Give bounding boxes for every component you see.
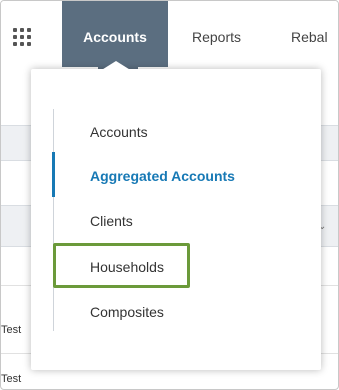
menu-item-composites[interactable]: Composites bbox=[90, 304, 164, 320]
accounts-dropdown-menu: Accounts Aggregated Accounts Clients Hou… bbox=[31, 69, 321, 370]
menu-item-accounts[interactable]: Accounts bbox=[90, 124, 148, 140]
dropdown-pointer bbox=[100, 61, 132, 71]
app-frame: Accounts Reports Rebal ⌄ Test Test Accou… bbox=[0, 0, 339, 390]
app-grid-icon[interactable] bbox=[13, 28, 31, 46]
active-item-indicator bbox=[52, 152, 55, 197]
top-navigation-bar: Accounts Reports Rebal bbox=[1, 1, 338, 67]
tab-rebalance[interactable]: Rebal bbox=[291, 1, 328, 67]
households-highlight-box bbox=[53, 243, 190, 288]
table-cell: Test bbox=[1, 373, 22, 385]
menu-item-aggregated-accounts[interactable]: Aggregated Accounts bbox=[90, 168, 235, 184]
tab-accounts[interactable]: Accounts bbox=[62, 1, 168, 67]
tab-reports[interactable]: Reports bbox=[192, 1, 241, 67]
menu-item-clients[interactable]: Clients bbox=[90, 213, 133, 229]
menu-rail bbox=[53, 109, 54, 331]
table-cell: Test bbox=[1, 324, 22, 336]
